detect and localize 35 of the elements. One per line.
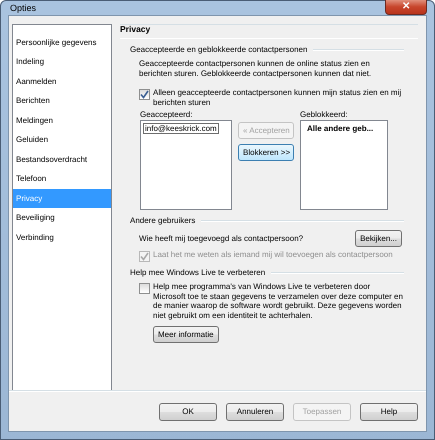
sidebar-item[interactable]: Persoonlijke gegevens bbox=[13, 33, 111, 52]
checkbox-label: Alleen geaccepteerde contactpersonen kunnen mijn status zien en mij berichten sturen bbox=[153, 88, 402, 108]
more-info-button[interactable]: Meer informatie bbox=[153, 326, 219, 343]
sidebar-item[interactable]: Aanmelden bbox=[13, 72, 111, 90]
section-heading: Geaccepteerde en geblokkeerde contactpersonen bbox=[130, 45, 308, 54]
list-label: Geblokkeerd: bbox=[300, 110, 349, 120]
block-button[interactable]: Blokkeren >> bbox=[238, 144, 294, 162]
window-title: Opties bbox=[9, 3, 36, 13]
sidebar-item[interactable]: Geluiden bbox=[13, 130, 111, 149]
page-title: Privacy bbox=[120, 24, 418, 39]
close-button[interactable]: ✕ bbox=[385, 0, 427, 15]
sidebar-item[interactable]: Telefoon bbox=[13, 170, 111, 188]
dialog-button[interactable]: Annuleren bbox=[226, 402, 284, 420]
list-label: Geaccepteerd: bbox=[140, 110, 194, 120]
checkbox[interactable] bbox=[139, 89, 150, 100]
checkbox[interactable] bbox=[139, 283, 150, 294]
accepted-list[interactable]: info@keeskrick.com bbox=[140, 120, 232, 210]
sidebar-item[interactable]: Berichten bbox=[13, 92, 111, 110]
checkbox-label: Help mee programma's van Windows Live te verbeteren door Microsoft toe te staan gegevens te verzamelen over deze computer en de manier waarop de software wordt gebruikt. Deze gegevens worden niet gebruikt om een identiteit te achterhalen. bbox=[153, 282, 404, 321]
sidebar-item[interactable]: Meldingen bbox=[13, 111, 111, 130]
list-item[interactable]: info@keeskrick.com bbox=[143, 123, 219, 134]
checkbox-label: Laat het me weten als iemand mij wil toevoegen als contactpersoon bbox=[153, 250, 393, 262]
dialog-button[interactable]: OK bbox=[159, 402, 217, 420]
list-item[interactable]: Alle andere geb... bbox=[303, 123, 385, 134]
blocked-list[interactable]: Alle andere geb... bbox=[300, 120, 388, 210]
section-heading: Help mee Windows Live te verbeteren bbox=[130, 268, 266, 278]
sidebar-item[interactable]: Verbinding bbox=[13, 228, 111, 246]
view-button[interactable]: Bekijken... bbox=[355, 230, 402, 248]
sidebar-item[interactable]: Beveiliging bbox=[13, 208, 111, 227]
description-text: Geaccepteerde contactpersonen kunnen de online status zien en berichten sturen. Geblokkeerde contactpersonen kunnen dat niet. bbox=[138, 59, 372, 79]
sidebar-item[interactable]: Indeling bbox=[13, 52, 111, 71]
sidebar-item[interactable]: Bestandsoverdracht bbox=[13, 150, 111, 168]
question-text: Wie heeft mij toegevoegd als contactpersoon? bbox=[139, 234, 304, 244]
section-heading: Andere gebruikers bbox=[130, 216, 196, 226]
dialog-button[interactable]: Help bbox=[360, 402, 418, 420]
